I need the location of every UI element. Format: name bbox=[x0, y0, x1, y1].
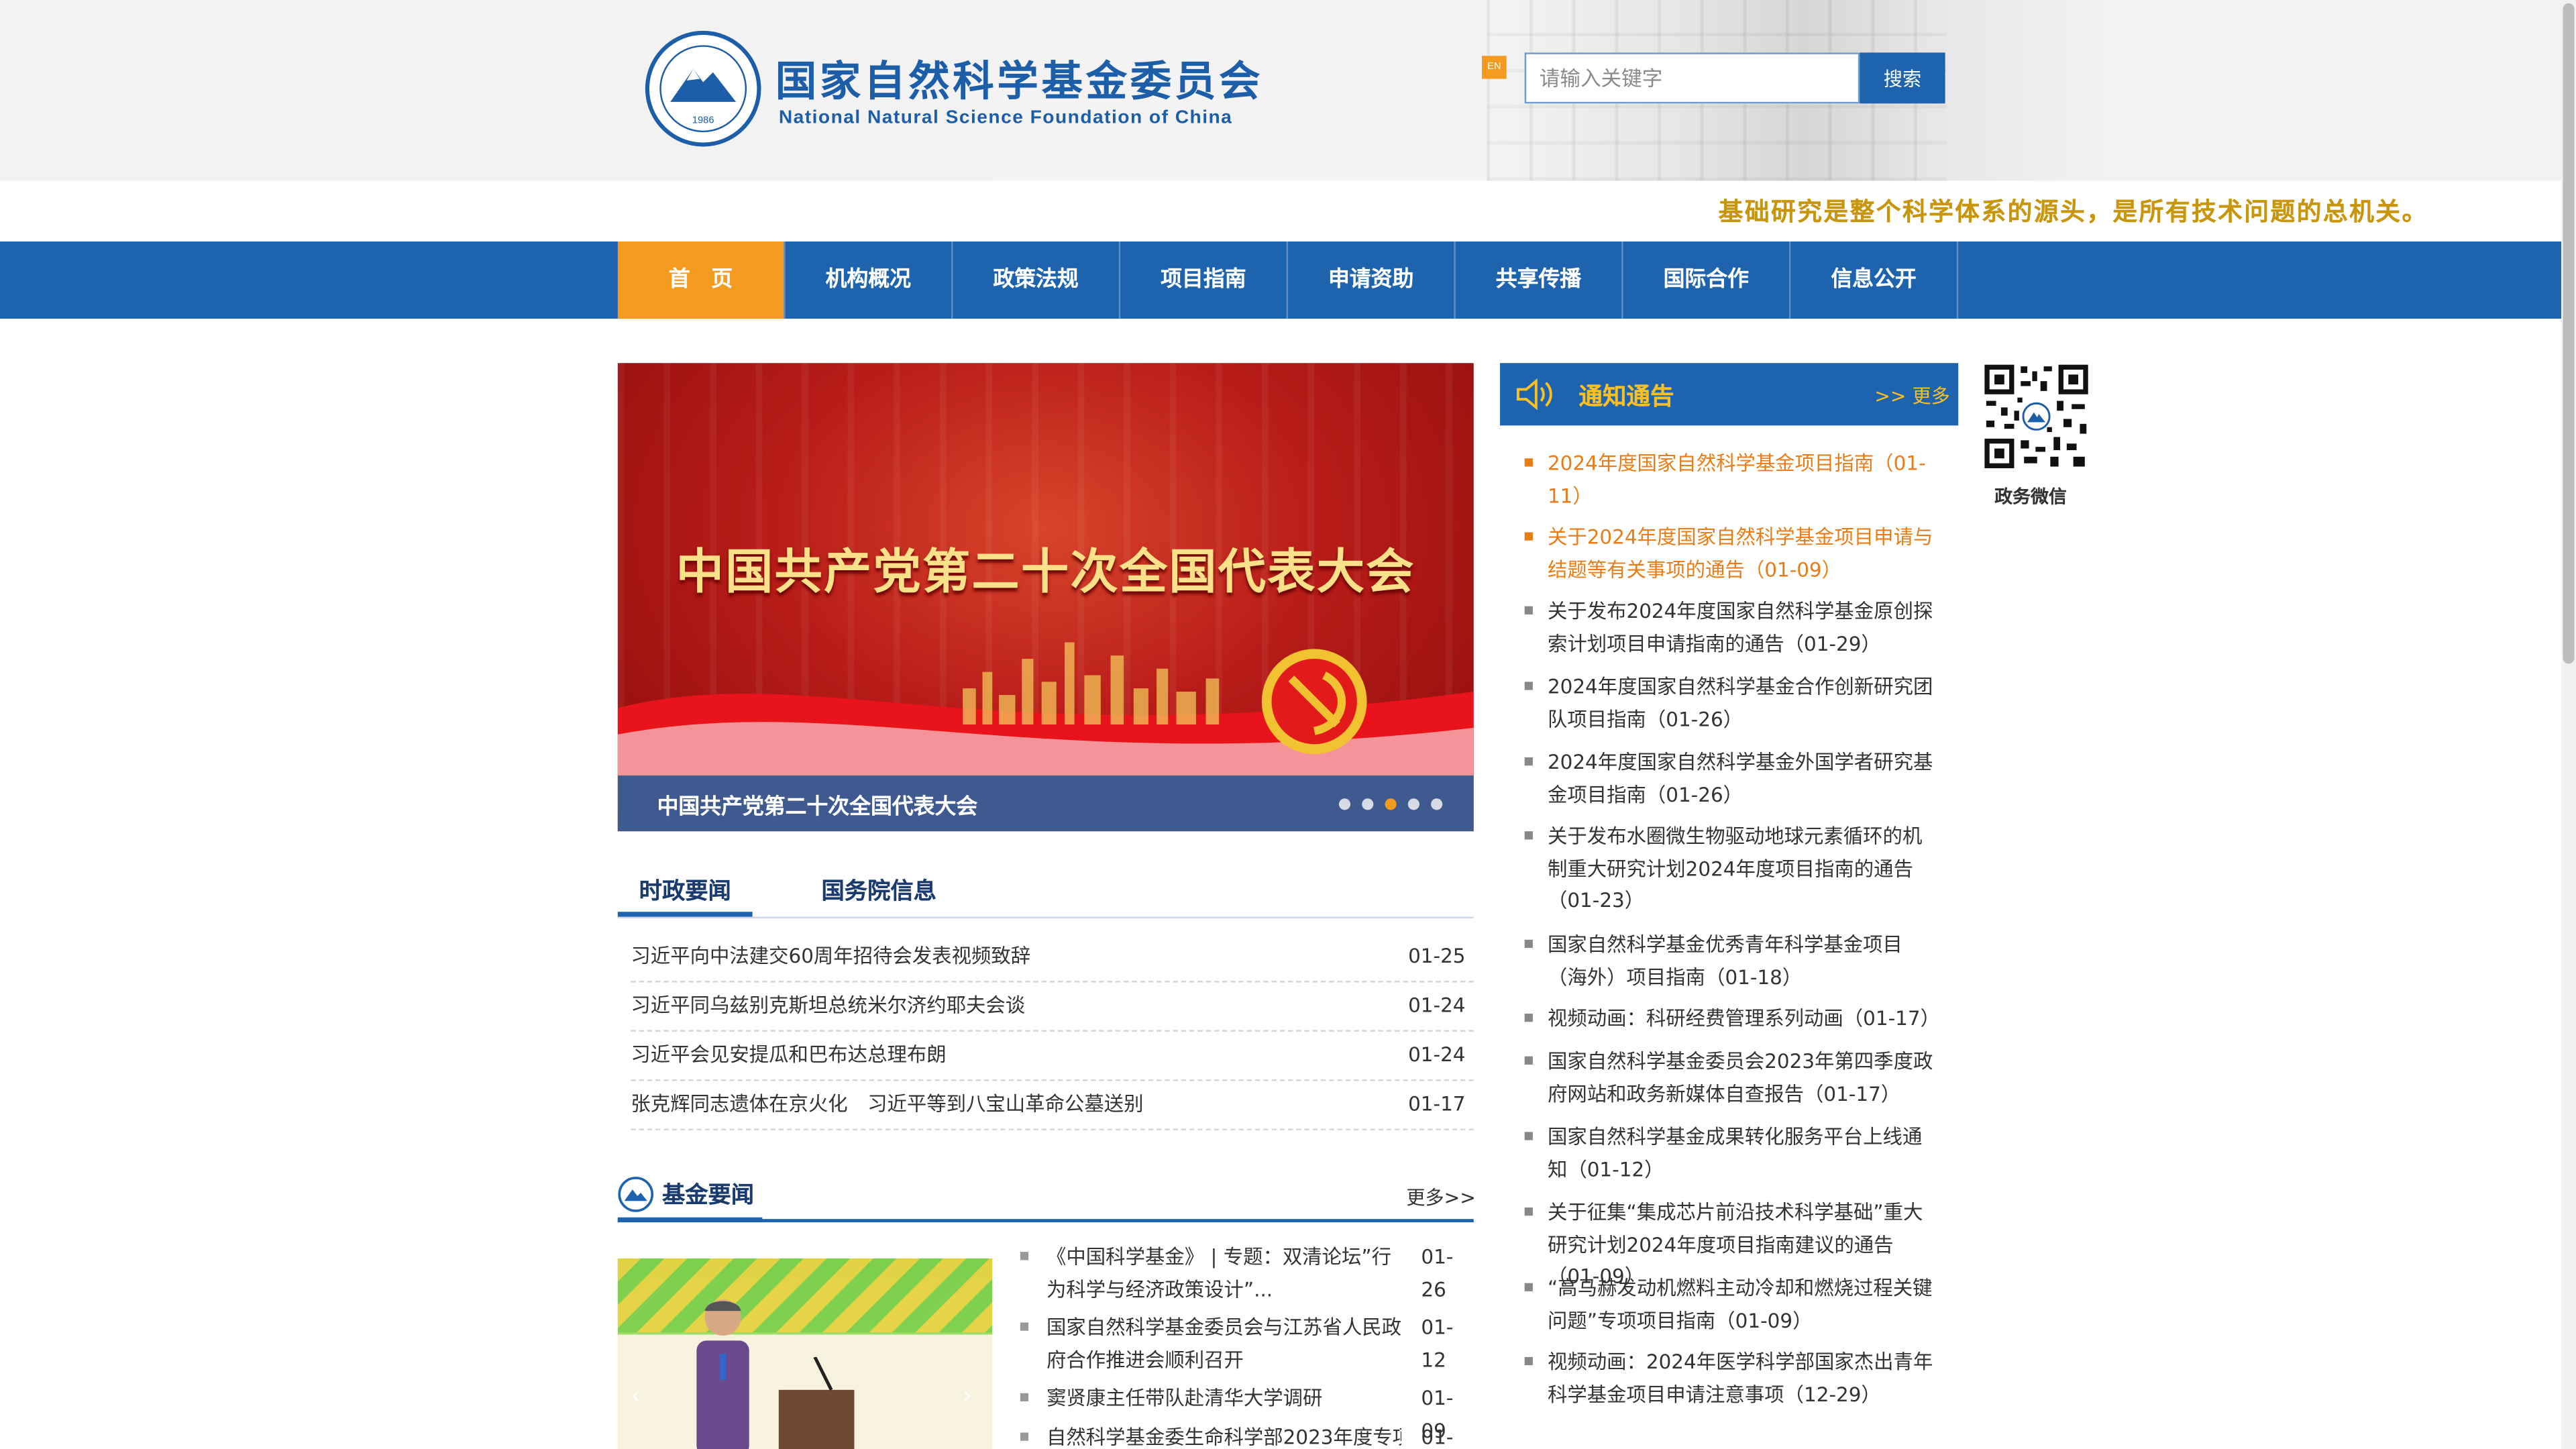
notice-text[interactable]: 国家自然科学基金委员会2023年第四季度政府网站和政务新媒体自查报告（01-17… bbox=[1548, 1046, 1939, 1111]
notice-more-link[interactable]: >> 更多 bbox=[1874, 383, 1950, 409]
news-date: 01-25 bbox=[1408, 945, 1466, 968]
notice-text[interactable]: 视频动画：科研经费管理系列动画（01-17） bbox=[1548, 1004, 1940, 1036]
bullet-icon bbox=[1524, 1014, 1533, 1022]
tab-state-council[interactable]: 国务院信息 bbox=[822, 874, 936, 907]
nav-about[interactable]: 机构概况 bbox=[786, 241, 953, 319]
bullet-icon bbox=[1524, 458, 1533, 467]
wechat-label: 政务微信 bbox=[1994, 486, 2067, 508]
nav-home[interactable]: 首 页 bbox=[617, 241, 786, 319]
carousel-dot-2[interactable] bbox=[1362, 798, 1374, 810]
bullet-icon bbox=[1524, 606, 1533, 614]
fund-news-item-title[interactable]: 自然科学基金委生命科学部2023年度专项 bbox=[1046, 1421, 1401, 1449]
bullet-icon bbox=[1524, 757, 1533, 766]
fund-news-item-title[interactable]: 国家自然科学基金委员会与江苏省人民政府合作推进会顺利召开 bbox=[1046, 1311, 1401, 1377]
fund-news-more-link[interactable]: 更多>> bbox=[1406, 1185, 1476, 1211]
bullet-icon bbox=[1020, 1393, 1029, 1401]
notice-text[interactable]: 关于发布2024年度国家自然科学基金原创探索计划项目申请指南的通告（01-29） bbox=[1548, 596, 1939, 661]
bullet-icon bbox=[1524, 1132, 1533, 1140]
notice-text[interactable]: 2024年度国家自然科学基金外国学者研究基金项目指南（01-26） bbox=[1548, 747, 1939, 812]
notice-text[interactable]: 关于2024年度国家自然科学基金项目申请与结题等有关事项的通告（01-09） bbox=[1548, 523, 1939, 587]
list-item[interactable]: 习近平同乌兹别克斯坦总统米尔济约耶夫会谈 01-24 bbox=[631, 981, 1474, 1032]
wechat-qr-code[interactable] bbox=[1981, 361, 2092, 472]
bullet-icon bbox=[1524, 939, 1533, 949]
nav-guide[interactable]: 项目指南 bbox=[1120, 241, 1289, 319]
bullet-icon bbox=[1020, 1322, 1029, 1331]
bullet-icon bbox=[1524, 1056, 1533, 1065]
notice-text[interactable]: 2024年度国家自然科学基金合作创新研究团队项目指南（01-26） bbox=[1548, 672, 1939, 737]
news-title[interactable]: 习近平同乌兹别克斯坦总统米尔济约耶夫会谈 bbox=[631, 981, 1025, 1030]
notice-text[interactable]: 关于发布水圈微生物驱动地球元素循环的机制重大研究计划2024年度项目指南的通告（… bbox=[1548, 822, 1939, 918]
news-date: 01-17 bbox=[1408, 1092, 1466, 1116]
notice-text[interactable]: “高马赫发动机燃料主动冷却和燃烧过程关键问题”专项项目指南（01-09） bbox=[1548, 1273, 1939, 1338]
search-button[interactable]: 搜索 bbox=[1860, 52, 1945, 104]
news-date: 01-24 bbox=[1408, 994, 1466, 1017]
nav-apply[interactable]: 申请资助 bbox=[1288, 241, 1456, 319]
nsfc-logo-icon[interactable]: 1986 bbox=[644, 30, 762, 148]
english-version-button[interactable]: EN bbox=[1481, 56, 1507, 79]
fund-news-underline bbox=[617, 1217, 763, 1223]
notice-text[interactable]: 2024年度国家自然科学基金项目指南（01-11） bbox=[1548, 449, 1939, 513]
tab-divider bbox=[617, 916, 1474, 918]
notice-text[interactable]: 国家自然科学基金优秀青年科学基金项目（海外）项目指南（01-18） bbox=[1548, 930, 1939, 994]
fund-news-item-date: 01-26 bbox=[1421, 1245, 1454, 1301]
list-item[interactable]: 自然科学基金委生命科学部2023年度专项 01-08 bbox=[1020, 1421, 1474, 1449]
list-item[interactable]: 《中国科学基金》 | 专题：双清论坛”行为科学与经济政策设计”... 01-26 bbox=[1020, 1240, 1474, 1306]
list-item[interactable]: 习近平会见安提瓜和巴布达总理布朗 01-24 bbox=[631, 1030, 1474, 1081]
slogan: 基础研究是整个科学体系的源头，是所有技术问题的总机关。 bbox=[1718, 197, 2428, 227]
nav-share[interactable]: 共享传播 bbox=[1456, 241, 1623, 319]
scrollbar-thumb[interactable] bbox=[2563, 3, 2575, 664]
fund-news-item-date: 01-08 bbox=[1421, 1426, 1454, 1449]
bullet-icon bbox=[1524, 1356, 1533, 1366]
fund-news-icon bbox=[618, 1177, 654, 1212]
nav-policy[interactable]: 政策法规 bbox=[953, 241, 1121, 319]
tab-active-indicator bbox=[617, 912, 753, 917]
fund-news-title: 基金要闻 bbox=[661, 1183, 755, 1210]
speaker-figure bbox=[696, 1299, 749, 1449]
bullet-icon bbox=[1524, 831, 1533, 840]
carousel-dot-4[interactable] bbox=[1407, 798, 1419, 810]
list-item[interactable]: 国家自然科学基金委员会与江苏省人民政府合作推进会顺利召开 01-12 bbox=[1020, 1311, 1474, 1377]
carousel-prev-icon[interactable]: ‹ bbox=[631, 1383, 640, 1409]
nav-international[interactable]: 国际合作 bbox=[1623, 241, 1791, 319]
news-title[interactable]: 习近平会见安提瓜和巴布达总理布朗 bbox=[631, 1030, 946, 1079]
search-input[interactable] bbox=[1524, 52, 1860, 104]
tab-politics-news[interactable]: 时政要闻 bbox=[639, 874, 731, 907]
list-item[interactable]: 窦贤康主任带队赴清华大学调研 01-09 bbox=[1020, 1382, 1474, 1442]
notice-title: 通知通告 bbox=[1578, 384, 1674, 411]
news-title[interactable]: 张克辉同志遗体在京火化 习近平等到八宝山革命公墓送别 bbox=[631, 1079, 1143, 1128]
bullet-icon bbox=[1524, 1208, 1533, 1216]
site-title-en: National Natural Science Foundation of C… bbox=[778, 108, 1233, 129]
bullet-icon bbox=[1020, 1432, 1029, 1441]
fund-news-item-title[interactable]: 窦贤康主任带队赴清华大学调研 bbox=[1046, 1382, 1401, 1415]
carousel-dot-1[interactable] bbox=[1338, 798, 1351, 810]
nav-info[interactable]: 信息公开 bbox=[1790, 241, 1959, 319]
banner-title: 中国共产党第二十次全国代表大会 bbox=[676, 543, 1415, 600]
site-title: 国家自然科学基金委员会 bbox=[775, 57, 1264, 105]
notice-text[interactable]: 国家自然科学基金成果转化服务平台上线通知（01-12） bbox=[1548, 1122, 1939, 1187]
news-date: 01-24 bbox=[1408, 1043, 1466, 1067]
banner-ribbon-city bbox=[617, 642, 1474, 777]
news-title[interactable]: 习近平向中法建交60周年招待会发表视频致辞 bbox=[631, 932, 1030, 981]
banner-caption[interactable]: 中国共产党第二十次全国代表大会 bbox=[657, 789, 978, 820]
carousel-next-icon[interactable]: › bbox=[963, 1383, 972, 1409]
bullet-icon bbox=[1524, 1283, 1533, 1291]
fund-news-item-date: 01-12 bbox=[1421, 1316, 1454, 1372]
header-band bbox=[0, 0, 2576, 181]
fund-news-item-title[interactable]: 《中国科学基金》 | 专题：双清论坛”行为科学与经济政策设计”... bbox=[1046, 1240, 1401, 1306]
podium bbox=[778, 1356, 855, 1449]
bullet-icon bbox=[1524, 682, 1533, 690]
photo-banner-decoration bbox=[617, 1258, 993, 1333]
list-item[interactable]: 习近平向中法建交60周年招待会发表视频致辞 01-25 bbox=[631, 932, 1474, 983]
banner-slide[interactable]: 中国共产党第二十次全国代表大会 中国共产党第二十次全国代表大会 bbox=[617, 363, 1474, 832]
carousel-dot-3[interactable] bbox=[1385, 798, 1397, 810]
bullet-icon bbox=[1524, 532, 1533, 541]
list-item[interactable]: 张克辉同志遗体在京火化 习近平等到八宝山革命公墓送别 01-17 bbox=[631, 1079, 1474, 1130]
notice-text[interactable]: 视频动画：2024年医学科学部国家杰出青年科学基金项目申请注意事项（12-29） bbox=[1548, 1347, 1939, 1411]
fund-news-photo[interactable]: ‹ › bbox=[617, 1258, 993, 1449]
carousel-dot-5[interactable] bbox=[1431, 798, 1443, 810]
speaker-icon bbox=[1516, 378, 1552, 411]
bullet-icon bbox=[1020, 1252, 1029, 1260]
svg-text:1986: 1986 bbox=[692, 115, 714, 126]
